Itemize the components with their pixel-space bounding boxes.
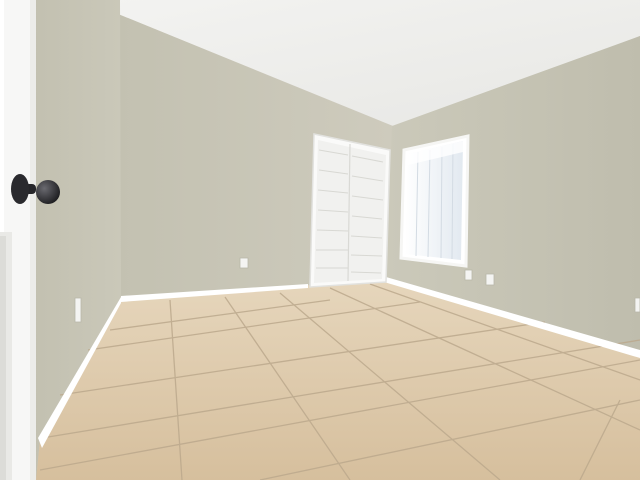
closet-door[interactable] bbox=[309, 133, 391, 288]
entry-door[interactable] bbox=[0, 0, 36, 480]
wall-outlet bbox=[74, 297, 82, 323]
room-illustration bbox=[0, 0, 640, 480]
wall-outlet bbox=[485, 273, 495, 286]
window bbox=[399, 134, 470, 268]
wall-outlet bbox=[239, 257, 249, 269]
wall-outlet bbox=[464, 269, 473, 281]
room-photo bbox=[0, 0, 640, 480]
wall-outlet bbox=[634, 297, 640, 313]
